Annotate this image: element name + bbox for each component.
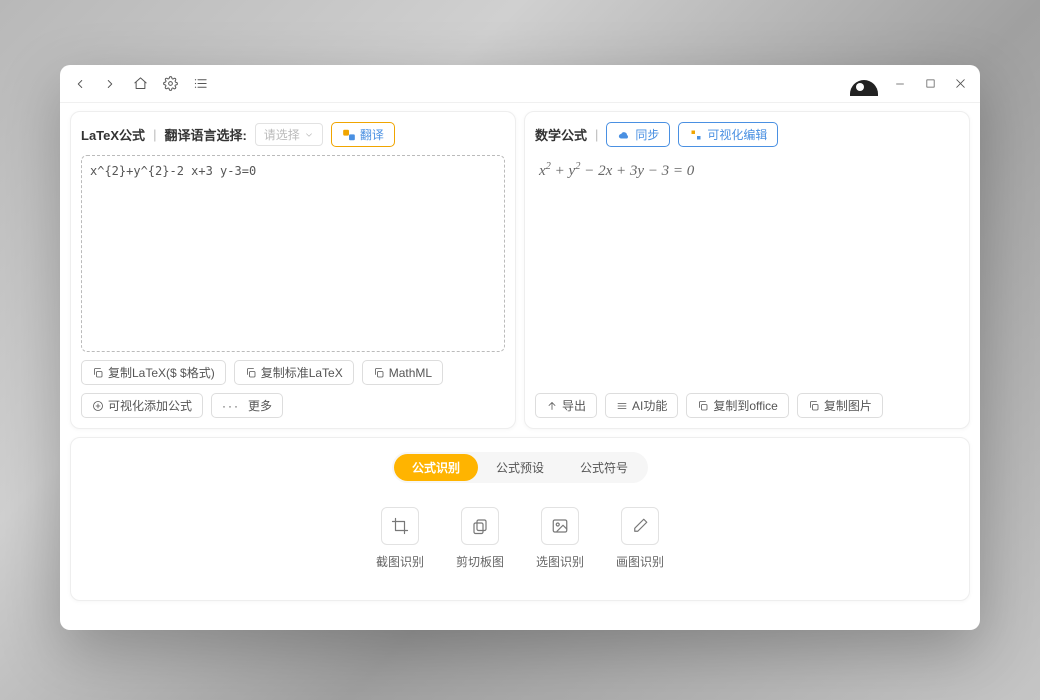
translate-button[interactable]: 翻译 <box>331 122 395 147</box>
plus-icon <box>92 400 104 412</box>
chevron-down-icon <box>304 130 314 140</box>
cloud-icon <box>617 129 631 141</box>
copy-image-button[interactable]: 复制图片 <box>797 393 883 418</box>
gear-icon[interactable] <box>162 76 178 92</box>
minimize-icon[interactable] <box>892 76 908 92</box>
latex-panel: LaTeX公式 | 翻译语言选择: 请选择 翻译 复制LaTeX($ $格式) <box>70 111 516 429</box>
latex-title: LaTeX公式 <box>81 125 145 144</box>
edit-icon <box>689 129 703 141</box>
draw-recognize-action[interactable]: 画图识别 <box>616 507 664 570</box>
tab-symbols[interactable]: 公式符号 <box>562 454 646 481</box>
select-image-recognize-action[interactable]: 选图识别 <box>536 507 584 570</box>
crop-icon <box>391 517 409 535</box>
app-window: LaTeX公式 | 翻译语言选择: 请选择 翻译 复制LaTeX($ $格式) <box>60 65 980 630</box>
export-button[interactable]: 导出 <box>535 393 597 418</box>
more-button[interactable]: ···更多 <box>211 393 283 418</box>
image-icon <box>551 517 569 535</box>
lower-panel: 公式识别 公式预设 公式符号 截图识别 剪切板图 选图识别 <box>70 437 970 601</box>
tab-presets[interactable]: 公式预设 <box>478 454 562 481</box>
math-title: 数学公式 <box>535 125 587 144</box>
copy-icon <box>373 367 385 379</box>
tabs: 公式识别 公式预设 公式符号 <box>392 452 648 483</box>
close-icon[interactable] <box>952 76 968 92</box>
pencil-icon <box>631 517 649 535</box>
copy-standard-latex-button[interactable]: 复制标准LaTeX <box>234 360 354 385</box>
latex-input[interactable] <box>81 155 505 352</box>
copy-office-button[interactable]: 复制到office <box>686 393 788 418</box>
math-render: x2 + y2 − 2x + 3y − 3 = 0 <box>535 155 959 385</box>
copy-icon <box>92 367 104 379</box>
copy-icon <box>697 400 709 412</box>
maximize-icon[interactable] <box>922 76 938 92</box>
mathml-button[interactable]: MathML <box>362 360 443 385</box>
copy-latex-dollar-button[interactable]: 复制LaTeX($ $格式) <box>81 360 226 385</box>
visual-edit-button[interactable]: 可视化编辑 <box>678 122 778 147</box>
screenshot-recognize-action[interactable]: 截图识别 <box>376 507 424 570</box>
upload-icon <box>546 400 558 412</box>
dark-mode-indicator[interactable] <box>850 80 878 96</box>
menu-icon <box>616 400 628 412</box>
copy-icon <box>245 367 257 379</box>
ai-button[interactable]: AI功能 <box>605 393 678 418</box>
home-icon[interactable] <box>132 76 148 92</box>
copy-icon <box>808 400 820 412</box>
lang-label: 翻译语言选择: <box>164 125 246 144</box>
sync-button[interactable]: 同步 <box>606 122 670 147</box>
add-formula-button[interactable]: 可视化添加公式 <box>81 393 203 418</box>
titlebar <box>60 65 980 103</box>
tab-recognize[interactable]: 公式识别 <box>394 454 478 481</box>
translate-icon <box>342 128 356 142</box>
back-icon[interactable] <box>72 76 88 92</box>
lang-select[interactable]: 请选择 <box>255 123 323 146</box>
math-panel: 数学公式 | 同步 可视化编辑 x2 + y2 − 2x + 3y − 3 = … <box>524 111 970 429</box>
forward-icon[interactable] <box>102 76 118 92</box>
list-icon[interactable] <box>192 76 208 92</box>
clipboard-icon <box>471 517 489 535</box>
clipboard-recognize-action[interactable]: 剪切板图 <box>456 507 504 570</box>
